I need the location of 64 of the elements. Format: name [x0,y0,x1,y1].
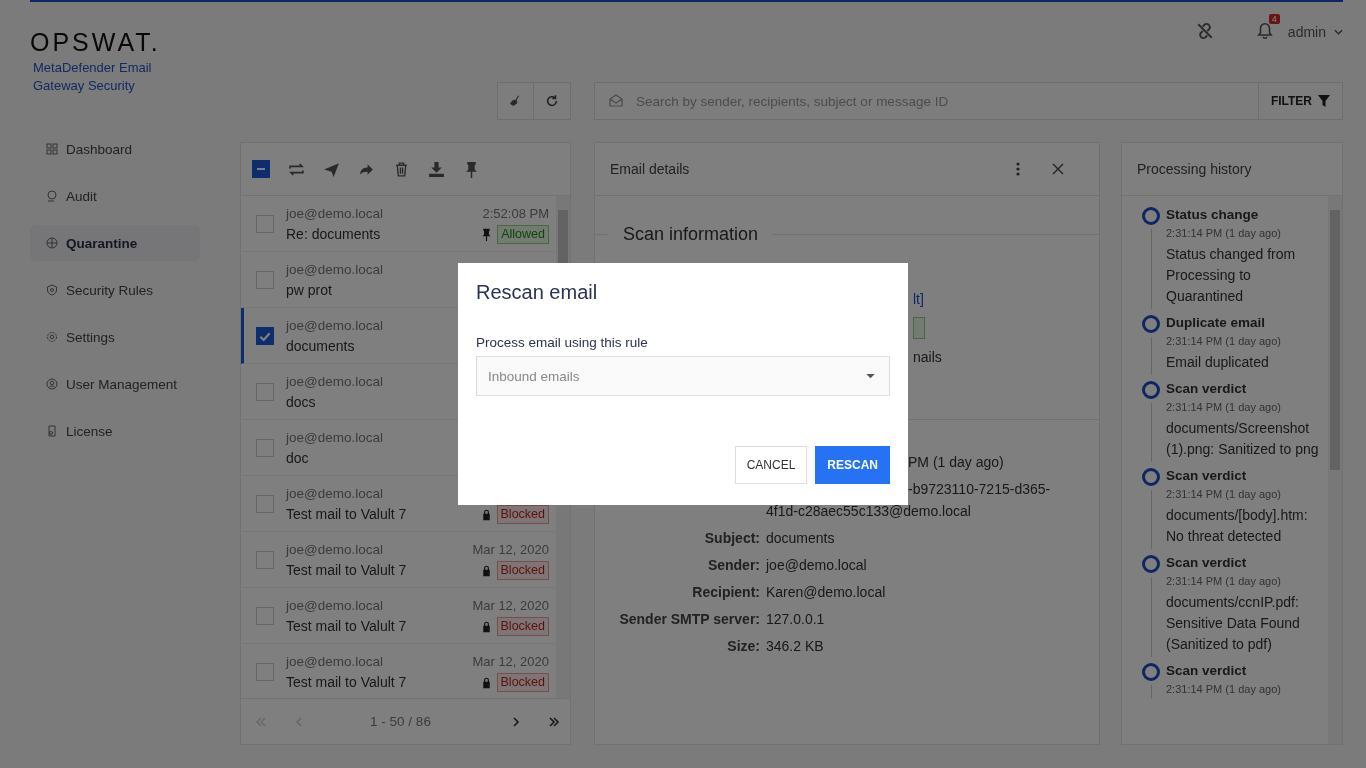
email-subject: Test mail to Valult 7 [286,506,407,522]
section-title: Scan information [622,224,759,245]
event-description: documents/Screenshot (1).png: Sanitized to png [1166,419,1320,459]
event-description: Status changed from Processing to Quarantined [1166,245,1297,306]
field-value: 346.2 KB [766,637,824,656]
panel-title: Processing history [1137,161,1253,177]
email-sender: joe@demo.local [286,485,383,501]
event-description: Email duplicated [1166,353,1270,372]
field-value: Karen@demo.local [766,583,886,602]
panel-title: Email details [610,161,691,177]
email-sender: joe@demo.local [286,429,383,445]
email-subject: doc [286,450,309,466]
email-subject: documents [286,338,355,354]
event-title: Scan verdict [1166,380,1248,398]
email-subject: Test mail to Valult 7 [286,562,407,578]
field-value: nails [913,348,942,367]
email-subject: Re: documents [286,226,381,242]
notification-count: 4 [1268,14,1280,24]
email-subject: docs [286,394,316,410]
email-sender: joe@demo.local [286,205,383,221]
field-label: Sender: [707,556,760,575]
event-title: Status change [1166,206,1260,224]
status-tag: Blocked [496,672,549,692]
email-subject: pw prot [286,282,332,298]
field-label: Sender SMTP server: [619,610,760,629]
event-time: 2:31:14 PM (1 day ago) [1166,574,1282,589]
event-title: Scan verdict [1166,662,1248,680]
status-tag: Blocked [496,560,549,580]
email-subject: Test mail to Valult 7 [286,618,407,634]
event-description: documents/[body].htm: No threat detected [1166,506,1309,546]
field-label: Recipient: [692,583,760,602]
event-description: documents/ccnIP.pdf: Sensitive Data Found (Sanitized to pdf) [1166,593,1301,654]
email-subject: Test mail to Valult 7 [286,674,407,690]
event-title: Scan verdict [1166,554,1248,572]
event-time: 2:31:14 PM (1 day ago) [1166,487,1282,502]
email-sender: joe@demo.local [286,373,383,389]
email-time: Mar 12, 2020 [472,597,549,613]
email-sender: joe@demo.local [286,653,383,669]
brand-logo: OPSWAT. [30,28,162,57]
email-sender: joe@demo.local [286,597,383,613]
field-value: PM (1 day ago) [908,453,1004,472]
event-time: 2:31:14 PM (1 day ago) [1166,682,1282,697]
field-label: Size: [727,637,760,656]
field-value: 127.0.0.1 [766,610,825,629]
field-label: Subject: [704,529,760,548]
event-time: 2:31:14 PM (1 day ago) [1166,400,1282,415]
event-title: Scan verdict [1166,467,1248,485]
email-sender: joe@demo.local [286,541,383,557]
email-sender: joe@demo.local [286,317,383,333]
field-value: -b9723110-7215-d365- [908,480,1051,499]
product-name: MetaDefender Email Gateway Security [32,59,153,95]
status-tag: Allowed [497,224,549,244]
field-value: documents [766,529,835,548]
event-title: Duplicate email [1166,314,1267,332]
email-time: 2:52:08 PM [482,205,549,221]
email-sender: joe@demo.local [286,261,383,277]
email-time: Mar 12, 2020 [472,541,549,557]
status-tag: Blocked [496,616,549,636]
event-time: 2:31:14 PM (1 day ago) [1166,334,1282,349]
page-range: 1 - 50 / 86 [369,714,432,729]
event-time: 2:31:14 PM (1 day ago) [1166,226,1282,241]
field-value: 4f1d-c28aec55c133@demo.local [766,502,971,521]
field-value: joe@demo.local [766,556,867,575]
email-time: Mar 12, 2020 [472,653,549,669]
